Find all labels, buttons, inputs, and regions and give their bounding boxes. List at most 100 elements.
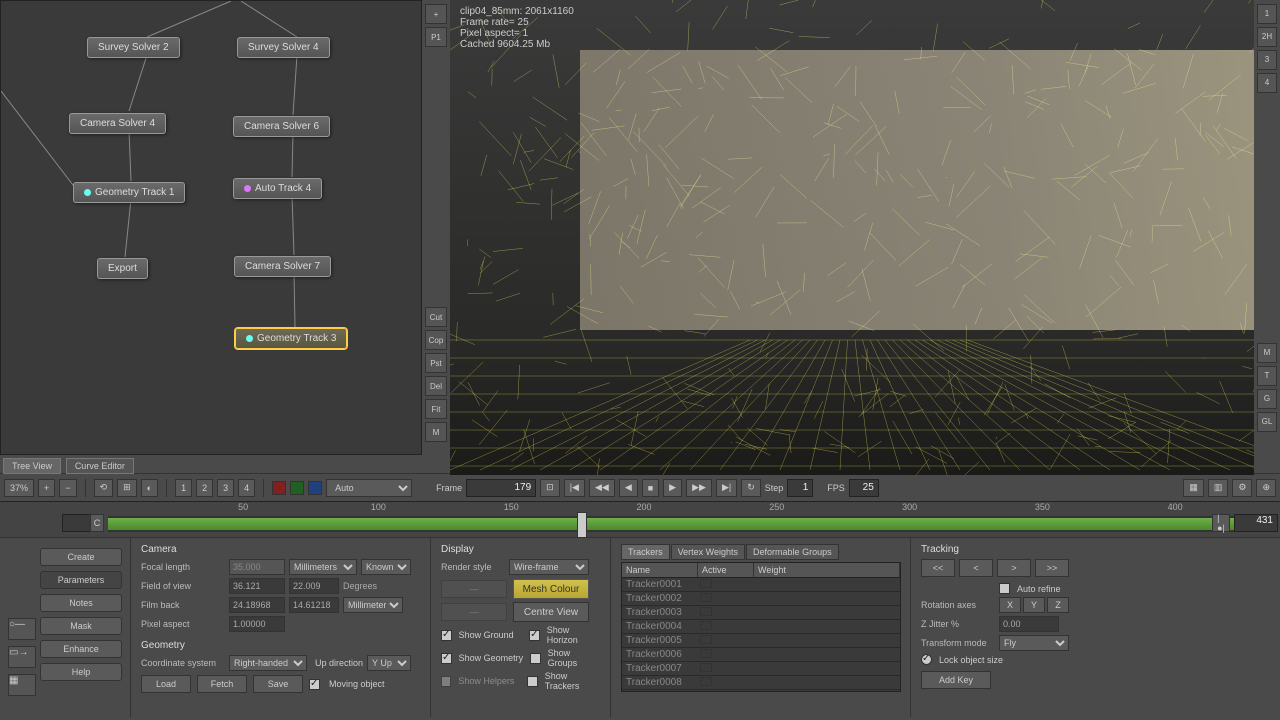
zoom-plus[interactable]: +	[38, 479, 55, 497]
track-prev[interactable]: <	[959, 559, 993, 577]
updir-select[interactable]: Y Up	[367, 655, 411, 671]
show-trackers-check[interactable]	[527, 676, 537, 687]
create-button[interactable]: Create	[40, 548, 122, 566]
parameters-button[interactable]: Parameters	[40, 571, 122, 589]
node-geometry-track-1[interactable]: Geometry Track 1	[73, 182, 185, 203]
tracker-row[interactable]: Tracker0008	[622, 676, 900, 690]
node-tree-panel[interactable]: Survey Solver 2 Survey Solver 4 Camera S…	[0, 0, 422, 455]
node-geometry-track-3[interactable]: Geometry Track 3	[235, 328, 347, 349]
rtool-1[interactable]: 1	[1257, 4, 1277, 24]
node-auto-track-4[interactable]: Auto Track 4	[233, 178, 322, 199]
transform-mode-select[interactable]: Fly	[999, 635, 1069, 651]
renderstyle-select[interactable]: Wire-frame	[509, 559, 589, 575]
tool-fit[interactable]: Fit	[425, 399, 447, 419]
rtool-gl[interactable]: GL	[1257, 412, 1277, 432]
frame-link[interactable]: ⊡	[540, 479, 560, 497]
focal-length-field[interactable]	[229, 559, 285, 575]
play-first[interactable]: |◀	[564, 479, 585, 497]
tracker-row[interactable]: Tracker0007	[622, 662, 900, 676]
node-export[interactable]: Export	[97, 258, 148, 279]
play-back[interactable]: ◀	[619, 479, 638, 497]
tool-cut[interactable]: Cut	[425, 307, 447, 327]
tool-copy[interactable]: Cop	[425, 330, 447, 350]
step-field[interactable]	[787, 479, 813, 497]
tab-vertex-weights[interactable]: Vertex Weights	[671, 544, 745, 560]
tool-paste[interactable]: Pst	[425, 353, 447, 373]
tool-m[interactable]: M	[425, 422, 447, 442]
zoom-display[interactable]: 37%	[4, 479, 34, 497]
help-button[interactable]: Help	[40, 663, 122, 681]
rtool-t[interactable]: T	[1257, 366, 1277, 386]
play-loop[interactable]: ↻	[741, 479, 761, 497]
fetch-button[interactable]: Fetch	[197, 675, 247, 693]
midbtn-b[interactable]: ⊞	[117, 479, 137, 497]
track-next2[interactable]: >>	[1035, 559, 1069, 577]
tracker-row[interactable]: Tracker0004	[622, 620, 900, 634]
tab-tree-view[interactable]: Tree View	[3, 458, 61, 474]
focal-unit[interactable]: Millimeters	[289, 559, 357, 575]
rtool-3[interactable]: 3	[1257, 50, 1277, 70]
track-prev2[interactable]: <<	[921, 559, 955, 577]
frame-field[interactable]	[466, 479, 536, 497]
auto-select[interactable]: Auto	[326, 479, 412, 497]
view-b[interactable]: ▥	[1208, 479, 1229, 497]
layout-3[interactable]: 3	[217, 479, 234, 497]
view-a[interactable]: ▦	[1183, 479, 1204, 497]
save-button[interactable]: Save	[253, 675, 303, 693]
track-next[interactable]: >	[997, 559, 1031, 577]
tracker-row[interactable]: Tracker0006	[622, 648, 900, 662]
play-next[interactable]: ▶▶	[686, 479, 712, 497]
tracker-list[interactable]: NameActiveWeight Tracker0001Tracker0002T…	[621, 562, 901, 692]
tracker-row[interactable]: Tracker0002	[622, 592, 900, 606]
layout-4[interactable]: 4	[238, 479, 255, 497]
show-horizon-check[interactable]	[529, 630, 540, 641]
enhance-button[interactable]: Enhance	[40, 640, 122, 658]
tool-delete[interactable]: Del	[425, 376, 447, 396]
layout-1[interactable]: 1	[175, 479, 192, 497]
axis-y[interactable]: Y	[1023, 597, 1045, 613]
show-ground-check[interactable]	[441, 630, 452, 641]
tool-plus[interactable]: +	[425, 4, 447, 24]
icon-tool-1[interactable]: ○—	[8, 618, 36, 640]
auto-refine-check[interactable]	[999, 583, 1010, 594]
lock-object-radio[interactable]	[921, 654, 932, 665]
view-c[interactable]: ⚙	[1232, 479, 1252, 497]
add-key-button[interactable]: Add Key	[921, 671, 991, 689]
show-geometry-check[interactable]	[441, 653, 452, 664]
play-stop[interactable]: ■	[642, 479, 659, 497]
moving-object-check[interactable]	[309, 679, 320, 690]
node-camera-solver-6[interactable]: Camera Solver 6	[233, 116, 330, 137]
icon-tool-3[interactable]: ▦	[8, 674, 36, 696]
timeline-end-btn[interactable]: |●|	[1212, 514, 1230, 532]
tracker-row[interactable]: Tracker0005	[622, 634, 900, 648]
show-groups-check[interactable]	[530, 653, 541, 664]
color-g[interactable]	[290, 481, 304, 495]
rtool-m[interactable]: M	[1257, 343, 1277, 363]
tracker-row[interactable]: Tracker0003	[622, 606, 900, 620]
color-b[interactable]	[308, 481, 322, 495]
midbtn-a[interactable]: ⟲	[94, 479, 114, 497]
mask-button[interactable]: Mask	[40, 617, 122, 635]
rtool-g[interactable]: G	[1257, 389, 1277, 409]
node-survey-solver-2[interactable]: Survey Solver 2	[87, 37, 180, 58]
play-fwd[interactable]: ▶	[663, 479, 682, 497]
color-r[interactable]	[272, 481, 286, 495]
play-prev[interactable]: ◀◀	[589, 479, 615, 497]
tool-p1[interactable]: P1	[425, 27, 447, 47]
coord-select[interactable]: Right-handed	[229, 655, 307, 671]
node-survey-solver-4[interactable]: Survey Solver 4	[237, 37, 330, 58]
view-d[interactable]: ⊕	[1256, 479, 1276, 497]
axis-z[interactable]: Z	[1047, 597, 1069, 613]
zjitter-field[interactable]	[999, 616, 1059, 632]
timeline[interactable]: C 50100150200250300350400 |●| 431	[0, 501, 1280, 537]
fps-field[interactable]	[849, 479, 879, 497]
mesh-colour-button[interactable]: Mesh Colour	[513, 579, 589, 599]
icon-tool-2[interactable]: ▭→	[8, 646, 36, 668]
midbtn-c[interactable]: ◐	[141, 479, 158, 497]
tracker-row[interactable]: Tracker0009	[622, 690, 900, 692]
tracker-row[interactable]: Tracker0001	[622, 578, 900, 592]
node-camera-solver-7[interactable]: Camera Solver 7	[234, 256, 331, 277]
viewport-3d[interactable]: clip04_85mm: 2061x1160 Frame rate= 25 Pi…	[450, 0, 1254, 475]
tab-trackers[interactable]: Trackers	[621, 544, 670, 560]
rtool-4[interactable]: 4	[1257, 73, 1277, 93]
